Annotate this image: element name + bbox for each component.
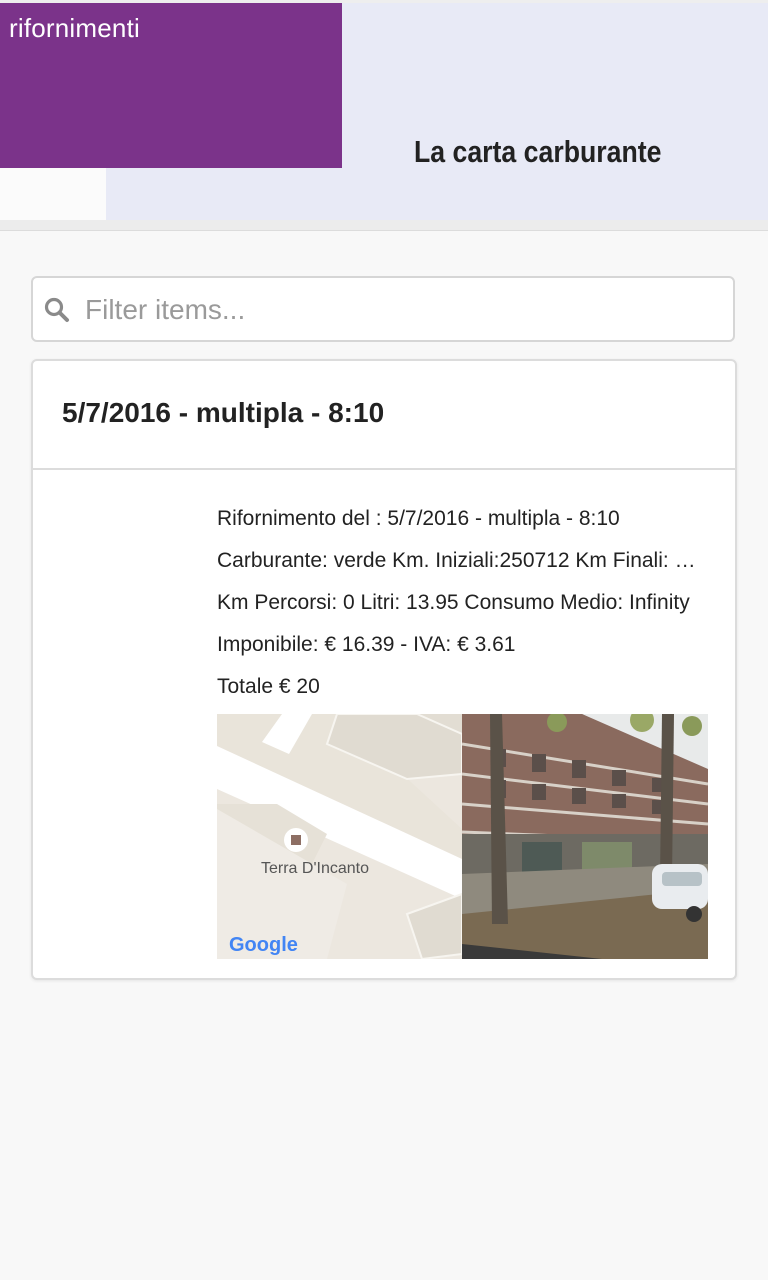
card-title: 5/7/2016 - multipla - 8:10	[62, 397, 385, 428]
section-label: rifornimenti	[9, 13, 140, 43]
detail-tax-line: Imponibile: € 16.39 - IVA: € 3.61	[217, 633, 516, 656]
map-place-label: Terra D'Incanto	[261, 860, 369, 877]
google-logo: Google	[229, 934, 298, 956]
detail-date-line: Rifornimento del : 5/7/2016 - multipla -…	[217, 507, 620, 530]
refuel-card[interactable]: 5/7/2016 - multipla - 8:10 Rifornimento …	[31, 359, 737, 980]
detail-total-line: Totale € 20	[217, 675, 320, 698]
detail-km-line: Km Percorsi: 0 Litri: 13.95 Consumo Medi…	[217, 591, 690, 614]
map-thumbnail[interactable]: Terra D'Incanto Google	[217, 714, 462, 959]
app-header: rifornimenti La carta carburante	[0, 0, 768, 221]
refuel-details: Rifornimento del : 5/7/2016 - multipla -…	[217, 503, 707, 713]
header-divider	[0, 220, 768, 231]
search-input[interactable]	[83, 286, 727, 334]
card-header: 5/7/2016 - multipla - 8:10	[33, 361, 735, 470]
location-images: Terra D'Incanto Google	[217, 714, 708, 959]
street-view-photo[interactable]	[462, 714, 708, 959]
app-title: La carta carburante	[414, 134, 662, 169]
map-marker-icon	[284, 828, 308, 852]
header-white-block	[0, 168, 106, 220]
section-banner: rifornimenti	[0, 3, 342, 168]
detail-fuel-line: Carburante: verde Km. Iniziali:250712 Km…	[217, 549, 707, 572]
search-bar[interactable]	[31, 276, 735, 342]
search-icon	[44, 297, 69, 322]
